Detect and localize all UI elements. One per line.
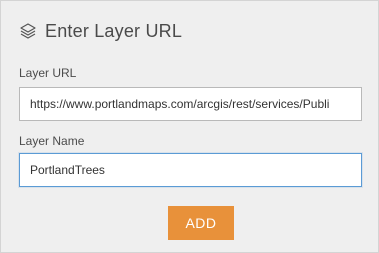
layer-name-input[interactable]	[19, 153, 362, 187]
enter-layer-url-panel: Enter Layer URL Layer URL Layer Name ADD	[0, 0, 379, 253]
layers-icon	[19, 22, 37, 40]
layer-name-label: Layer Name	[19, 134, 85, 148]
panel-title: Enter Layer URL	[45, 20, 183, 41]
add-button[interactable]: ADD	[168, 206, 234, 240]
panel-header: Enter Layer URL	[19, 19, 182, 43]
layer-url-label: Layer URL	[19, 66, 77, 80]
layer-url-input[interactable]	[19, 87, 362, 121]
